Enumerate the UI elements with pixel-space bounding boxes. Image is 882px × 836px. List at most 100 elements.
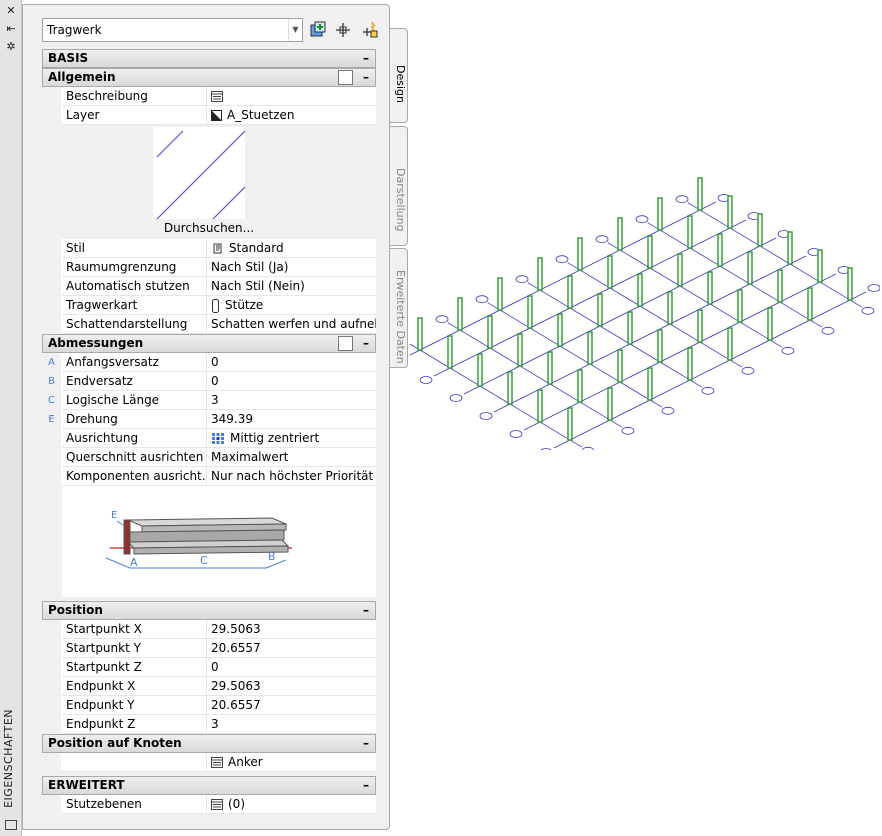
property-value[interactable]: A_Stuetzen <box>207 106 376 125</box>
property-value[interactable]: Maximalwert <box>207 448 376 467</box>
column[interactable] <box>637 273 643 307</box>
property-value[interactable]: 0 <box>207 658 376 677</box>
collapse-icon[interactable]: – <box>363 335 369 352</box>
column[interactable] <box>687 215 693 249</box>
tab-darstellung[interactable]: Darstellung <box>389 126 408 246</box>
column[interactable] <box>647 367 653 401</box>
column[interactable] <box>757 213 763 247</box>
group-position-auf-knoten[interactable]: Position auf Knoten – <box>42 734 376 753</box>
property-value[interactable]: 29.5063 <box>207 620 376 639</box>
column[interactable] <box>777 269 783 303</box>
property-row[interactable]: Anker <box>42 753 376 772</box>
property-value[interactable]: Nach Stil (Nein) <box>207 277 376 296</box>
browse-button[interactable]: Durchsuchen... <box>42 221 376 235</box>
column[interactable] <box>417 317 423 351</box>
property-value[interactable]: 0 <box>207 372 376 391</box>
column[interactable] <box>567 275 573 309</box>
column-grid-drawing[interactable] <box>410 140 880 450</box>
property-row[interactable]: E Drehung 349.39 <box>42 410 376 429</box>
description-icon[interactable] <box>211 91 223 102</box>
property-row[interactable]: Endpunkt X 29.5063 <box>42 677 376 696</box>
property-value[interactable]: 20.6557 <box>207 639 376 658</box>
worksheet-icon[interactable] <box>211 757 223 768</box>
quick-properties-icon[interactable] <box>338 70 353 85</box>
select-object-icon[interactable] <box>333 20 353 40</box>
column[interactable] <box>607 255 613 289</box>
column[interactable] <box>487 315 493 349</box>
property-row[interactable]: C Logische Länge 3 <box>42 391 376 410</box>
column[interactable] <box>587 331 593 365</box>
column[interactable] <box>747 251 753 285</box>
property-row[interactable]: Startpunkt Y 20.6557 <box>42 639 376 658</box>
property-value[interactable]: (0) <box>207 795 376 814</box>
object-type-select[interactable]: Tragwerk ▼ <box>42 18 303 42</box>
property-value[interactable]: Stütze <box>207 296 376 315</box>
column[interactable] <box>737 289 743 323</box>
property-value[interactable]: Nach Stil (Ja) <box>207 258 376 277</box>
add-object-icon[interactable] <box>308 20 328 40</box>
collapse-icon[interactable]: – <box>363 69 369 86</box>
property-row[interactable]: A Anfangsversatz 0 <box>42 353 376 372</box>
column[interactable] <box>707 271 713 305</box>
column[interactable] <box>627 311 633 345</box>
property-row[interactable]: Beschreibung <box>42 87 376 106</box>
property-row[interactable]: Stutzebenen (0) <box>42 795 376 814</box>
properties-icon[interactable]: ✲ <box>4 40 18 54</box>
property-value[interactable]: 29.5063 <box>207 677 376 696</box>
tab-design[interactable]: Design <box>389 28 408 123</box>
column[interactable] <box>697 177 703 211</box>
property-row[interactable]: Raumumgrenzung Nach Stil (Ja) <box>42 258 376 277</box>
column[interactable] <box>727 195 733 229</box>
property-row[interactable]: Automatisch stutzen Nach Stil (Nein) <box>42 277 376 296</box>
property-value[interactable]: Anker <box>207 753 376 772</box>
property-row[interactable]: Stil Standard <box>42 239 376 258</box>
column[interactable] <box>717 233 723 267</box>
column[interactable] <box>697 309 703 343</box>
column[interactable] <box>537 389 543 423</box>
property-row[interactable]: Startpunkt Z0 <box>42 658 376 677</box>
column[interactable] <box>577 369 583 403</box>
column[interactable] <box>557 313 563 347</box>
column[interactable] <box>767 307 773 341</box>
column[interactable] <box>787 231 793 265</box>
column[interactable] <box>847 267 853 301</box>
column[interactable] <box>477 353 483 387</box>
column[interactable] <box>817 249 823 283</box>
collapse-icon[interactable]: – <box>363 777 369 794</box>
collapse-icon[interactable]: – <box>363 50 369 67</box>
column[interactable] <box>517 333 523 367</box>
column[interactable] <box>507 371 513 405</box>
property-row[interactable]: Endpunkt Z3 <box>42 715 376 734</box>
category-position[interactable]: Position – <box>42 601 376 620</box>
tab-erweiterte-daten[interactable]: Erweiterte Daten <box>389 248 408 368</box>
column[interactable] <box>537 257 543 291</box>
property-value[interactable]: Schatten werfen und aufneh... <box>207 315 376 334</box>
column[interactable] <box>677 253 683 287</box>
quick-properties-icon[interactable] <box>338 336 353 351</box>
column[interactable] <box>617 349 623 383</box>
collapse-icon[interactable]: – <box>363 602 369 619</box>
column[interactable] <box>577 237 583 271</box>
group-allgemein[interactable]: Allgemein – <box>42 68 376 87</box>
column[interactable] <box>727 327 733 361</box>
palette-menu-icon[interactable] <box>5 820 17 830</box>
property-value[interactable]: Nur nach höchster Priorität <box>207 467 376 486</box>
property-row[interactable]: Layer A_Stuetzen <box>42 106 376 125</box>
property-row[interactable]: Querschnitt ausrichten Maximalwert <box>42 448 376 467</box>
column[interactable] <box>667 291 673 325</box>
worksheet-icon[interactable] <box>211 799 223 810</box>
property-row[interactable]: Startpunkt X 29.5063 <box>42 620 376 639</box>
property-value[interactable]: 349.39 <box>207 410 376 429</box>
property-value[interactable]: 3 <box>207 391 376 410</box>
property-row[interactable]: Tragwerkart Stütze <box>42 296 376 315</box>
category-erweitert[interactable]: ERWEITERT – <box>42 776 376 795</box>
column[interactable] <box>457 297 463 331</box>
column[interactable] <box>597 293 603 327</box>
column[interactable] <box>447 335 453 369</box>
property-value[interactable] <box>207 87 376 106</box>
property-row[interactable]: Endpunkt Y 20.6557 <box>42 696 376 715</box>
property-value[interactable]: Mittig zentriert <box>207 429 376 448</box>
column[interactable] <box>807 287 813 321</box>
property-row[interactable]: B Endversatz 0 <box>42 372 376 391</box>
property-value[interactable]: 20.6557 <box>207 696 376 715</box>
